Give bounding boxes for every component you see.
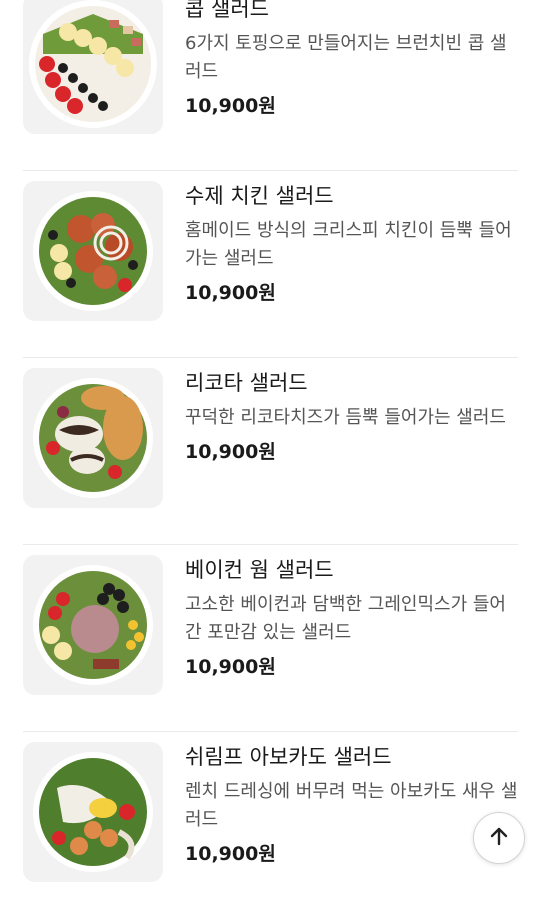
menu-item-price: 10,900원 (185, 282, 276, 304)
menu-item-name: 리코타 샐러드 (185, 371, 308, 395)
menu-item-cobb-salad[interactable]: 콥 샐러드 6가지 토핑으로 만들어지는 브런치빈 콥 샐러드 10,900원 (0, 0, 536, 171)
menu-item-name: 쉬림프 아보카도 샐러드 (185, 745, 392, 769)
menu-item-description: 고소한 베이컨과 담백한 그레인믹스가 들어간 포만감 있는 샐러드 (185, 594, 506, 643)
menu-item-name: 수제 치킨 샐러드 (185, 184, 334, 208)
cobb-salad-image (23, 0, 163, 134)
menu-item-price: 10,900원 (185, 95, 276, 117)
menu-list: 콥 샐러드 6가지 토핑으로 만들어지는 브런치빈 콥 샐러드 10,900원 (0, 0, 536, 919)
menu-item-info: 베이컨 웜 샐러드 고소한 베이컨과 담백한 그레인믹스가 들어간 포만감 있는… (185, 555, 521, 681)
menu-item-ricotta-salad[interactable]: 리코타 샐러드 꾸덕한 리코타치즈가 듬뿍 들어가는 샐러드 10,900원 (0, 358, 536, 545)
menu-item-shrimp-avocado-salad[interactable]: 쉬림프 아보카도 샐러드 렌치 드레싱에 버무려 먹는 아보카도 새우 샐러드 … (0, 732, 536, 919)
menu-item-name: 베이컨 웜 샐러드 (185, 558, 334, 582)
menu-item-info: 리코타 샐러드 꾸덕한 리코타치즈가 듬뿍 들어가는 샐러드 10,900원 (185, 368, 521, 466)
chicken-salad-image (23, 181, 163, 321)
bacon-warm-salad-image (23, 555, 163, 695)
menu-item-bacon-warm-salad[interactable]: 베이컨 웜 샐러드 고소한 베이컨과 담백한 그레인믹스가 들어간 포만감 있는… (0, 545, 536, 732)
menu-item-description: 6가지 토핑으로 만들어지는 브런치빈 콥 샐러드 (185, 33, 507, 82)
menu-item-info: 쉬림프 아보카도 샐러드 렌치 드레싱에 버무려 먹는 아보카도 새우 샐러드 … (185, 742, 521, 868)
scroll-to-top-button[interactable] (473, 812, 525, 864)
menu-item-price: 10,900원 (185, 441, 276, 463)
menu-item-price: 10,900원 (185, 843, 276, 865)
menu-item-description: 렌치 드레싱에 버무려 먹는 아보카도 새우 샐러드 (185, 781, 518, 830)
menu-item-name: 콥 샐러드 (185, 0, 269, 21)
menu-item-price: 10,900원 (185, 656, 276, 678)
arrow-up-icon (487, 824, 511, 852)
menu-item-description: 홈메이드 방식의 크리스피 치킨이 듬뿍 들어가는 샐러드 (185, 220, 512, 269)
menu-item-info: 콥 샐러드 6가지 토핑으로 만들어지는 브런치빈 콥 샐러드 10,900원 (185, 0, 521, 120)
shrimp-avocado-salad-image (23, 742, 163, 882)
ricotta-salad-image (23, 368, 163, 508)
menu-item-description: 꾸덕한 리코타치즈가 듬뿍 들어가는 샐러드 (185, 407, 506, 428)
menu-item-info: 수제 치킨 샐러드 홈메이드 방식의 크리스피 치킨이 듬뿍 들어가는 샐러드 … (185, 181, 521, 307)
menu-item-chicken-salad[interactable]: 수제 치킨 샐러드 홈메이드 방식의 크리스피 치킨이 듬뿍 들어가는 샐러드 … (0, 171, 536, 358)
